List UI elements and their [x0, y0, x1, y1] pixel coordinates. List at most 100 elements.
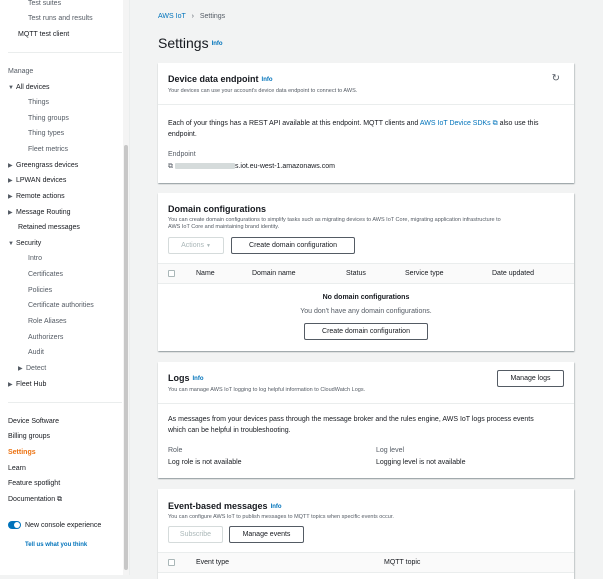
external-link-icon: ⧉: [57, 496, 63, 503]
nav-documentation[interactable]: Documentation ⧉: [8, 496, 62, 504]
manage-logs-button[interactable]: Manage logs: [497, 370, 564, 387]
empty-title: No domain configurations: [322, 294, 410, 301]
refresh-icon[interactable]: ↻: [552, 73, 560, 84]
nav-learn[interactable]: Learn: [8, 465, 26, 472]
endpoint-card: Device data endpoint Info ↻ Your devices …: [158, 63, 574, 183]
info-link[interactable]: Info: [193, 376, 204, 382]
external-link-icon: ⧉: [492, 120, 498, 127]
nav-all-devices[interactable]: ▼ All devices: [8, 84, 49, 91]
nav-detect-label: Detect: [26, 365, 47, 372]
select-all-checkbox[interactable]: [168, 270, 175, 277]
create-domain-button[interactable]: Create domain configuration: [231, 237, 355, 254]
nav-audit[interactable]: Audit: [28, 349, 44, 356]
nav-fleet-hub[interactable]: ▶ Fleet Hub: [8, 381, 46, 388]
nav-message-routing[interactable]: ▶ Message Routing: [8, 209, 70, 216]
breadcrumb-aws-iot[interactable]: AWS IoT: [158, 13, 186, 20]
nav-certificate-authorities[interactable]: Certificate authorities: [28, 302, 94, 309]
new-console-label: New console experience: [25, 522, 102, 529]
role-label: Role: [168, 447, 183, 454]
caret-right-icon: ▶: [8, 178, 13, 184]
nav-lpwan[interactable]: ▶ LPWAN devices: [8, 177, 66, 184]
side-navigation: Test suites Test runs and results MQTT t…: [0, 0, 130, 575]
nav-retained-messages[interactable]: Retained messages: [18, 224, 80, 231]
nav-billing-groups[interactable]: Billing groups: [8, 433, 50, 440]
nav-greengrass-label: Greengrass devices: [16, 162, 79, 169]
caret-right-icon: ▶: [8, 163, 13, 169]
copy-icon[interactable]: ⧉: [168, 163, 173, 170]
nav-detect[interactable]: ▶ Detect: [18, 365, 46, 372]
nav-lpwan-label: LPWAN devices: [16, 177, 67, 184]
info-link[interactable]: Info: [271, 504, 282, 510]
nav-certificates[interactable]: Certificates: [28, 271, 63, 278]
page-title: Settings Info: [158, 35, 223, 51]
endpoint-label: Endpoint: [168, 151, 196, 158]
col-domain-name[interactable]: Domain name: [252, 270, 296, 277]
empty-create-domain-button[interactable]: Create domain configuration: [304, 323, 428, 340]
logs-card: Logs Info You can manage AWS IoT logging …: [158, 362, 574, 478]
nav-thing-types[interactable]: Thing types: [28, 130, 64, 137]
caret-down-icon: ▼: [8, 85, 14, 91]
endpoint-value-text: s.iot.eu-west-1.amazonaws.com: [234, 163, 335, 170]
nav-test-runs[interactable]: Test runs and results: [28, 15, 93, 22]
card-divider: [158, 403, 574, 404]
breadcrumb: AWS IoT › Settings: [158, 13, 225, 20]
sidebar-scrollbar-thumb[interactable]: [124, 145, 128, 570]
domain-desc-line1: You can create domain configurations to …: [168, 217, 501, 223]
nav-policies[interactable]: Policies: [28, 287, 52, 294]
nav-security-label: Security: [16, 240, 42, 247]
caret-down-icon: ▼: [205, 243, 211, 249]
logs-card-description: You can manage AWS IoT logging to log he…: [168, 387, 366, 393]
nav-role-aliases[interactable]: Role Aliases: [28, 318, 67, 325]
card-divider: [158, 104, 574, 105]
subscribe-button[interactable]: Subscribe: [168, 526, 223, 543]
logs-card-title: Logs Info: [168, 373, 204, 383]
manage-events-button[interactable]: Manage events: [229, 526, 304, 543]
info-link[interactable]: Info: [262, 77, 273, 83]
endpoint-body-pre: Each of your things has a REST API avail…: [168, 120, 419, 127]
nav-mqtt-test-client[interactable]: MQTT test client: [18, 31, 69, 38]
nav-device-software[interactable]: Device Software: [8, 418, 59, 425]
select-all-checkbox[interactable]: [168, 559, 175, 566]
endpoint-card-title: Device data endpoint Info: [168, 74, 273, 84]
nav-things[interactable]: Things: [28, 99, 49, 106]
col-service-type[interactable]: Service type: [405, 270, 444, 277]
nav-divider: [8, 402, 122, 403]
nav-authorizers[interactable]: Authorizers: [28, 334, 63, 341]
events-card: Event-based messages Info You can configu…: [158, 489, 574, 579]
actions-dropdown[interactable]: Actions ▼: [168, 237, 224, 254]
domain-desc-line2: AWS IoT Core and maintaining brand ident…: [168, 224, 280, 230]
events-table-header: Event type MQTT topic: [158, 552, 574, 573]
col-name[interactable]: Name: [196, 270, 215, 277]
feedback-link[interactable]: Tell us what you think: [25, 542, 87, 548]
nav-section-manage: Manage: [8, 68, 34, 75]
domain-table-header: Name Domain name Status Service type Dat…: [158, 263, 574, 284]
info-link[interactable]: Info: [212, 41, 223, 47]
sidebar-scrollbar[interactable]: [123, 0, 129, 575]
nav-test-suites[interactable]: Test suites: [28, 0, 61, 7]
endpoint-card-title-text: Device data endpoint: [168, 74, 259, 84]
actions-label: Actions: [181, 242, 205, 249]
nav-feature-spotlight[interactable]: Feature spotlight: [8, 480, 60, 487]
nav-security[interactable]: ▼ Security: [8, 240, 41, 247]
nav-greengrass[interactable]: ▶ Greengrass devices: [8, 162, 78, 169]
new-console-toggle[interactable]: [8, 521, 21, 529]
nav-intro[interactable]: Intro: [28, 255, 42, 262]
col-mqtt-topic[interactable]: MQTT topic: [384, 559, 420, 566]
nav-fleet-metrics[interactable]: Fleet metrics: [28, 146, 68, 153]
empty-text: You don't have any domain configurations…: [300, 308, 432, 315]
sdk-link[interactable]: AWS IoT Device SDKs: [420, 120, 491, 127]
redacted-block: [174, 163, 235, 170]
caret-right-icon: ▶: [18, 366, 23, 372]
caret-down-icon: ▼: [8, 241, 14, 247]
nav-settings[interactable]: Settings: [8, 449, 36, 456]
nav-all-devices-label: All devices: [16, 84, 50, 91]
domain-card: Domain configurations You can create dom…: [158, 193, 574, 351]
col-status[interactable]: Status: [346, 270, 366, 277]
nav-remote-actions[interactable]: ▶ Remote actions: [8, 193, 65, 200]
nav-documentation-label: Documentation: [8, 496, 56, 503]
caret-right-icon: ▶: [8, 382, 13, 388]
log-level-label: Log level: [376, 447, 405, 454]
nav-thing-groups[interactable]: Thing groups: [28, 115, 69, 122]
col-date-updated[interactable]: Date updated: [492, 270, 534, 277]
col-event-type[interactable]: Event type: [196, 559, 229, 566]
